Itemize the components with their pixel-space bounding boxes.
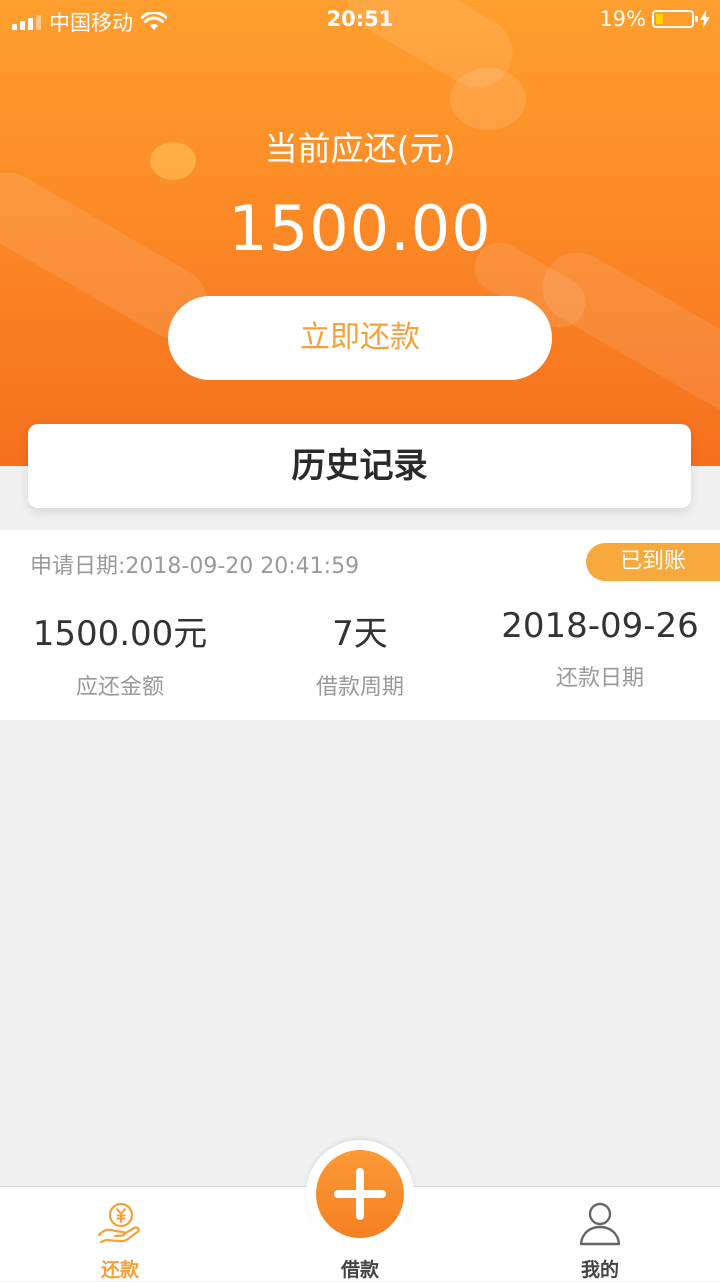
repayment-record[interactable]: 申请日期:2018-09-20 20:41:59 已到账 1500.00元 应还… — [0, 530, 720, 720]
battery-percent: 19% — [599, 7, 646, 31]
repay-date-column: 2018-09-26 还款日期 — [480, 606, 720, 692]
period-label: 借款周期 — [315, 675, 404, 700]
tab-mine[interactable]: 我的 — [520, 1187, 680, 1281]
tab-repay[interactable]: 还款 — [40, 1187, 200, 1281]
repay-now-button[interactable]: 立即还款 — [168, 296, 552, 380]
user-icon — [579, 1202, 621, 1246]
apply-date: 申请日期:2018-09-20 20:41:59 — [30, 554, 360, 579]
period-value: 7天 — [332, 614, 388, 654]
header-banner: 中国移动 20:51 19% 当前应还(元) 1500.00 立即还款 — [0, 0, 720, 466]
amount-label: 应还金额 — [75, 675, 164, 700]
tab-borrow-label: 借款 — [340, 1259, 379, 1281]
due-label: 当前应还(元) — [264, 129, 456, 168]
repay-date-value: 2018-09-26 — [501, 606, 699, 646]
charging-bolt-icon — [700, 10, 710, 28]
amount-column: 1500.00元 应还金额 — [0, 606, 240, 701]
history-title: 历史记录 — [28, 424, 691, 508]
tab-mine-label: 我的 — [580, 1259, 619, 1281]
due-amount: 1500.00 — [228, 192, 492, 265]
plus-icon — [334, 1168, 386, 1220]
period-column: 7天 借款周期 — [240, 606, 480, 701]
repay-date-label: 还款日期 — [555, 666, 644, 691]
borrow-plus-button[interactable] — [316, 1150, 404, 1238]
repay-hand-yen-icon — [97, 1202, 140, 1244]
tab-repay-label: 还款 — [100, 1259, 139, 1281]
amount-value: 1500.00元 — [32, 614, 208, 654]
decor-streak — [529, 239, 720, 431]
status-bar: 中国移动 20:51 19% — [0, 0, 720, 40]
status-badge: 已到账 — [586, 543, 720, 581]
decor-bubble — [450, 68, 526, 130]
battery-icon — [652, 10, 698, 28]
